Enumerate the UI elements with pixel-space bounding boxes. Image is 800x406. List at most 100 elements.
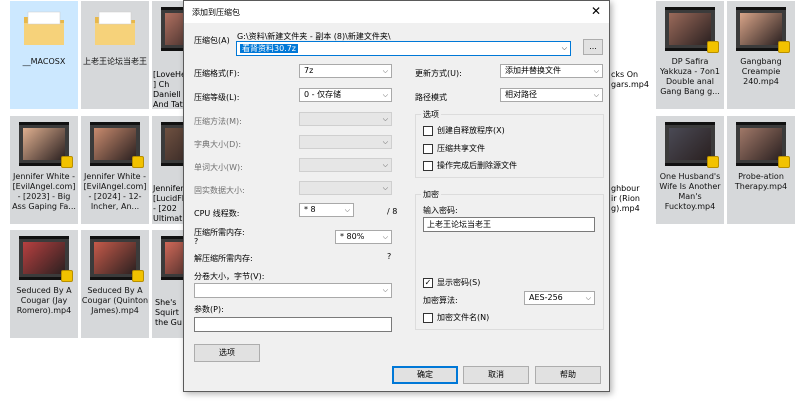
chevron-down-icon: ⌵ — [382, 184, 388, 192]
video-thumbnail — [736, 7, 790, 53]
checkbox-box — [423, 312, 433, 323]
chevron-down-icon: ⌵ — [382, 91, 388, 99]
thumbnail-image — [94, 242, 136, 274]
archive-name-value: 看肾资料30.7z — [240, 44, 299, 53]
video-file-item[interactable]: Gangbang Creampie 240.mp4 — [727, 1, 795, 109]
sfx-label: 创建自释放程序(X) — [437, 126, 505, 135]
media-player-icon — [707, 156, 719, 168]
chevron-down-icon: ⌵ — [593, 91, 599, 99]
format-value: 7z — [304, 66, 314, 75]
video-thumbnail — [90, 122, 144, 168]
shared-checkbox[interactable]: 压缩共享文件 — [423, 143, 485, 154]
level-select[interactable]: 0 - 仅存储 ⌵ — [299, 88, 392, 102]
chevron-down-icon: ⌵ — [382, 286, 388, 294]
partial-caption: Jennifer [LucidFl - [202 Ultimat — [153, 184, 185, 223]
file-name: Gangbang Creampie 240.mp4 — [740, 57, 782, 86]
thumbnail-image — [669, 13, 711, 45]
decomp-mem-value: ? — [387, 252, 392, 261]
dialog-title: 添加到压缩包 — [192, 8, 240, 17]
chevron-down-icon: ⌵ — [382, 67, 388, 75]
chevron-down-icon: ⌵ — [382, 115, 388, 123]
video-thumbnail — [665, 7, 719, 53]
dialog-titlebar: 添加到压缩包 ✕ — [184, 1, 609, 23]
file-name: Seduced By A Cougar (Jay Romero).mp4 — [16, 286, 72, 315]
update-select[interactable]: 添加并替换文件 ⌵ — [500, 64, 603, 78]
level-label: 压缩等级(L): — [194, 93, 240, 102]
chevron-down-icon[interactable]: ⌵ — [562, 42, 567, 55]
partial-caption: [LoveHe ] Ch Daniell And Tat — [153, 70, 186, 109]
archive-label: 压缩包(A) — [194, 36, 230, 45]
options-group-title: 选项 — [421, 109, 441, 120]
level-value: 0 - 仅存储 — [304, 90, 342, 99]
file-name: Jennifer White - [EvilAngel.com] - [2024… — [83, 172, 147, 211]
encrypt-names-label: 加密文件名(N) — [437, 313, 490, 322]
video-file-item[interactable]: DP Safira Yakkuza - 7on1 Double anal Gan… — [656, 1, 724, 109]
video-file-item[interactable]: Probe-ation Therapy.mp4 — [727, 116, 795, 224]
video-file-item[interactable]: Jennifer White - [EvilAngel.com] - [2024… — [81, 116, 149, 224]
mem-value: * 80% — [340, 232, 365, 241]
media-player-icon — [132, 156, 144, 168]
media-player-icon — [707, 41, 719, 53]
file-name: 上老王论坛当老王 — [83, 57, 147, 66]
password-input[interactable]: 上老王论坛当老王 — [423, 217, 595, 232]
enc-method-value: AES-256 — [529, 293, 563, 302]
browse-button[interactable]: ... — [583, 39, 603, 55]
media-player-icon — [778, 41, 790, 53]
partial-caption: ghbour ir (Rion g).mp4 — [611, 184, 640, 213]
mem-select[interactable]: * 80% ⌵ — [335, 230, 392, 244]
video-file-item[interactable]: Seduced By A Cougar (Quinton James).mp4 — [81, 230, 149, 338]
sfx-checkbox[interactable]: 创建自释放程序(X) — [423, 125, 505, 136]
encrypt-names-checkbox[interactable]: 加密文件名(N) — [423, 312, 489, 323]
media-player-icon — [61, 156, 73, 168]
split-select[interactable]: ⌵ — [194, 283, 392, 298]
dict-label: 字典大小(D): — [194, 140, 242, 149]
chevron-down-icon: ⌵ — [382, 161, 388, 169]
word-select: ⌵ — [299, 158, 392, 172]
update-value: 添加并替换文件 — [505, 66, 561, 75]
update-label: 更新方式(U): — [415, 69, 462, 78]
file-name: __MACOSX — [22, 57, 66, 66]
path-mode-select[interactable]: 相对路径 ⌵ — [500, 88, 603, 102]
help-button[interactable]: 帮助 — [535, 366, 601, 384]
params-input[interactable] — [194, 317, 392, 332]
video-thumbnail — [665, 122, 719, 168]
thumbnail-image — [740, 128, 782, 160]
delete-after-label: 操作完成后删除源文件 — [437, 161, 517, 170]
threads-total: / 8 — [387, 207, 398, 216]
check-icon: ✓ — [423, 277, 433, 288]
add-to-archive-dialog: 添加到压缩包 ✕ 压缩包(A) G:\资料\新建文件夹 - 副本 (8)\新建文… — [183, 0, 610, 392]
video-file-item[interactable]: Jennifer White - [EvilAngel.com] - [2023… — [10, 116, 78, 224]
threads-select[interactable]: * 8 ⌵ — [299, 203, 354, 217]
checkbox-box — [423, 125, 433, 136]
ok-button[interactable]: 确定 — [392, 366, 458, 384]
solid-label: 固实数据大小: — [194, 186, 245, 195]
media-player-icon — [778, 156, 790, 168]
password-label: 输入密码: — [423, 206, 458, 215]
chevron-down-icon: ⌵ — [593, 67, 599, 75]
path-mode-label: 路径模式 — [415, 93, 447, 102]
delete-after-checkbox[interactable]: 操作完成后删除源文件 — [423, 160, 517, 171]
chevron-down-icon: ⌵ — [344, 206, 350, 214]
word-label: 单词大小(W): — [194, 163, 243, 172]
options-button[interactable]: 选项 — [194, 344, 260, 362]
enc-method-select[interactable]: AES-256 ⌵ — [524, 291, 595, 305]
partial-caption: She's Squirt the Gu — [155, 298, 182, 327]
video-file-item[interactable]: Seduced By A Cougar (Jay Romero).mp4 — [10, 230, 78, 338]
show-password-checkbox[interactable]: ✓ 显示密码(S) — [423, 277, 480, 288]
folder-item[interactable]: 上老王论坛当老王 — [81, 1, 149, 109]
params-label: 参数(P): — [194, 305, 224, 314]
shared-label: 压缩共享文件 — [437, 144, 485, 153]
archive-name-field[interactable]: 看肾资料30.7z ⌵ — [236, 41, 571, 56]
file-name: DP Safira Yakkuza - 7on1 Double anal Gan… — [660, 57, 720, 96]
thumbnail-image — [23, 128, 65, 160]
close-icon[interactable]: ✕ — [591, 4, 601, 18]
cancel-button[interactable]: 取消 — [463, 366, 529, 384]
video-file-item[interactable]: One Husband's Wife Is Another Man's Fuck… — [656, 116, 724, 224]
solid-select: ⌵ — [299, 181, 392, 195]
folder-item[interactable]: __MACOSX — [10, 1, 78, 109]
checkbox-box — [423, 160, 433, 171]
format-select[interactable]: 7z ⌵ — [299, 64, 392, 78]
chevron-down-icon: ⌵ — [382, 233, 388, 241]
chevron-down-icon: ⌵ — [382, 138, 388, 146]
watermark-url: laowang.vip — [670, 381, 767, 400]
